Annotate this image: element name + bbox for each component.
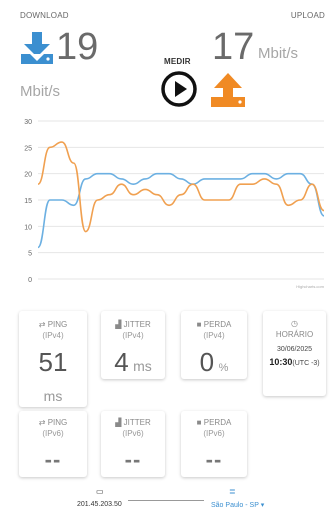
ping-ipv4-value: 51	[38, 347, 68, 377]
ping-ipv6-title: PING	[47, 418, 68, 427]
speed-chart: 0 5 10 15 20 25 30 Highcharts.com	[24, 119, 324, 289]
jitter-ipv4-value: 4	[114, 347, 129, 377]
download-value: 19	[56, 26, 99, 68]
jitter-ipv4-title: JITTER	[123, 320, 151, 329]
y-tick-label: 0	[28, 277, 32, 284]
loss-ipv4-card: ■ PERDA (IPv4) 0 %	[181, 311, 247, 379]
ping-icon: ⇄	[38, 320, 46, 329]
jitter-ipv6-title: JITTER	[123, 418, 151, 427]
loss-ipv6-card: ■ PERDA (IPv6) --	[181, 411, 247, 477]
y-tick-label: 25	[24, 145, 32, 152]
ping-ipv4-title: PING	[47, 320, 68, 329]
chevron-down-icon: ▾	[260, 502, 265, 509]
time-card-time: 10:30	[269, 357, 293, 367]
laptop-icon: ▭	[96, 487, 104, 496]
loss-ipv6-proto: (IPv6)	[203, 429, 225, 438]
chart-credit: Highcharts.com	[296, 284, 324, 289]
ping-ipv4-unit: ms	[43, 388, 63, 404]
time-card-date: 30/06/2025	[276, 346, 313, 353]
y-tick-label: 15	[24, 198, 32, 205]
time-card-tz: (UTC -3)	[292, 360, 320, 367]
jitter-icon: ▟	[115, 418, 122, 427]
y-tick-label: 10	[24, 224, 32, 231]
server-name: São Paulo - SP	[211, 502, 259, 509]
upload-value: 17	[212, 26, 255, 68]
start-button[interactable]	[161, 71, 197, 107]
start-label: MEDIR	[164, 57, 191, 66]
ping-ipv4-card: ⇄ PING (IPv4) 51 ms	[19, 311, 87, 407]
y-tick-label: 20	[24, 172, 32, 179]
ping-icon: ⇄	[38, 418, 46, 427]
upload-label: UPLOAD	[290, 11, 325, 20]
play-icon	[161, 71, 197, 107]
client-ip: 201.45.203.50	[77, 501, 122, 508]
loss-ipv4-value: 0	[199, 347, 215, 377]
ping-ipv6-proto: (IPv6)	[42, 429, 64, 438]
y-tick-label: 5	[28, 251, 32, 258]
jitter-ipv6-proto: (IPv6)	[122, 429, 144, 438]
download-icon	[19, 30, 55, 66]
ping-ipv4-proto: (IPv4)	[42, 331, 64, 340]
upload-icon	[209, 71, 247, 109]
loss-icon: ■	[196, 320, 202, 329]
jitter-ipv4-card: ▟ JITTER (IPv4) 4 ms	[101, 311, 165, 379]
jitter-icon: ▟	[115, 320, 122, 329]
ping-ipv6-value: --	[44, 447, 62, 472]
download-unit: Mbit/s	[20, 83, 61, 100]
loss-ipv4-proto: (IPv4)	[203, 331, 225, 340]
jitter-ipv4-unit: ms	[133, 358, 152, 374]
loss-ipv4-title: PERDA	[203, 320, 232, 329]
loss-ipv6-value: --	[205, 447, 223, 472]
jitter-ipv6-card: ▟ JITTER (IPv6) --	[101, 411, 165, 477]
server-select[interactable]: São Paulo - SP ▾	[211, 501, 264, 509]
jitter-ipv4-proto: (IPv4)	[122, 331, 144, 340]
ping-ipv6-card: ⇄ PING (IPv6) --	[19, 411, 87, 477]
loss-ipv6-title: PERDA	[203, 418, 232, 427]
y-tick-label: 30	[24, 119, 32, 126]
time-card-title: HORÁRIO	[275, 330, 314, 339]
download-label: DOWNLOAD	[20, 11, 69, 20]
jitter-ipv6-value: --	[124, 447, 142, 472]
upload-unit: Mbit/s	[258, 45, 299, 62]
clock-icon: ◷	[291, 319, 298, 328]
connection-line	[128, 500, 204, 501]
loss-ipv4-unit: %	[218, 362, 229, 374]
time-card: ◷ HORÁRIO 30/06/2025 10:30(UTC -3)	[263, 311, 326, 396]
server-icon: ≣	[229, 487, 236, 496]
loss-icon: ■	[196, 418, 202, 427]
